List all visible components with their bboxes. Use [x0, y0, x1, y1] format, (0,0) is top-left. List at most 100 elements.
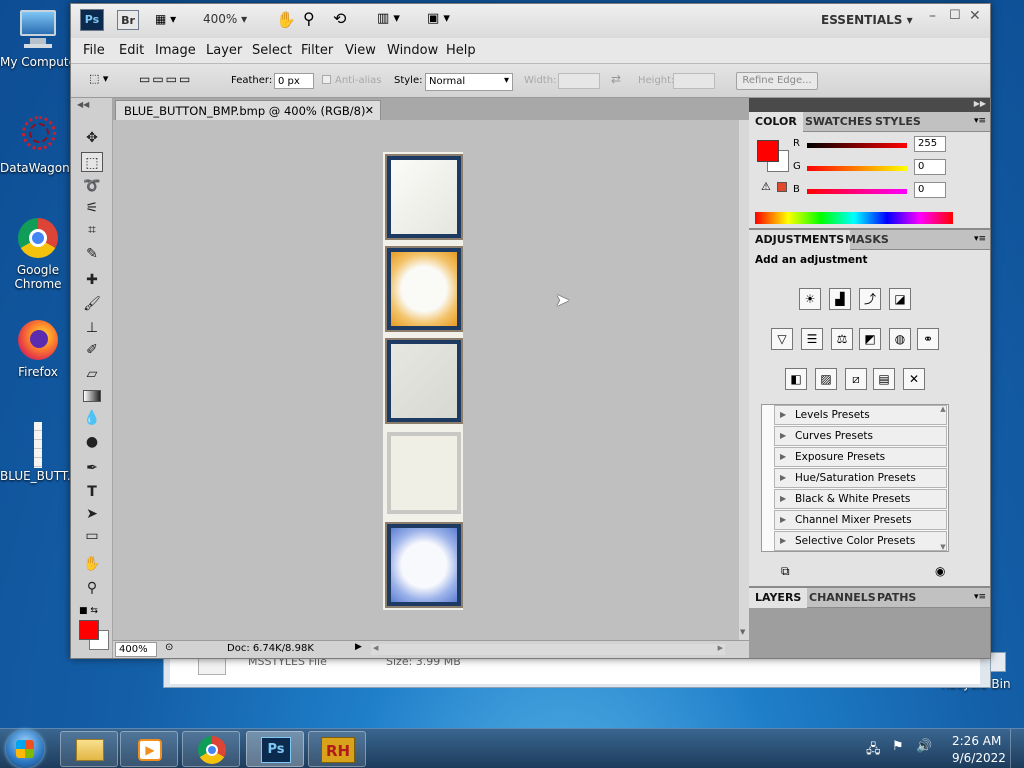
- clock-time[interactable]: 2:26 AM: [952, 734, 1001, 748]
- color-spectrum-bar[interactable]: [755, 212, 953, 224]
- show-desktop-button[interactable]: [1010, 729, 1024, 768]
- arrange-documents-icon[interactable]: ▥ ▾: [377, 11, 400, 26]
- menu-filter[interactable]: Filter: [301, 43, 333, 58]
- start-button[interactable]: [6, 730, 44, 768]
- bitmap-image[interactable]: [383, 152, 463, 610]
- close-icon[interactable]: ✕: [969, 8, 981, 24]
- antialias-checkbox[interactable]: [322, 75, 331, 84]
- vertical-scrollbar[interactable]: ▼: [739, 120, 749, 640]
- toggle-visibility-icon[interactable]: ◉: [935, 564, 945, 578]
- g-value-input[interactable]: 0: [914, 159, 946, 175]
- preset-item[interactable]: Channel Mixer Presets: [774, 510, 947, 530]
- channel-mixer-icon[interactable]: ⚭: [917, 328, 939, 350]
- foreground-color-swatch[interactable]: [79, 620, 99, 640]
- gamut-warning-icon[interactable]: ⚠: [761, 180, 771, 193]
- preset-item[interactable]: Levels Presets: [774, 405, 947, 425]
- selective-color-icon[interactable]: ✕: [903, 368, 925, 390]
- crop-tool-icon[interactable]: ⌗: [81, 220, 103, 240]
- clock-date[interactable]: 9/6/2022: [952, 751, 1006, 765]
- menu-window[interactable]: Window: [387, 43, 438, 58]
- network-icon[interactable]: 🖧: [866, 740, 881, 762]
- gamut-color-chip[interactable]: [777, 182, 787, 192]
- action-center-icon[interactable]: ⚑: [892, 739, 904, 754]
- menu-edit[interactable]: Edit: [119, 43, 144, 58]
- menu-layer[interactable]: Layer: [206, 43, 242, 58]
- minimize-icon[interactable]: –: [929, 8, 936, 24]
- desktop-icon-chrome[interactable]: Google Chrome: [0, 216, 76, 291]
- brightness-contrast-icon[interactable]: ☀: [799, 288, 821, 310]
- scroll-down-icon[interactable]: ▼: [740, 628, 745, 636]
- dodge-tool-icon[interactable]: ●: [81, 432, 103, 452]
- healing-brush-tool-icon[interactable]: ✚: [81, 270, 103, 290]
- collapse-tools-icon[interactable]: ◀◀: [77, 100, 89, 109]
- g-slider[interactable]: [807, 166, 907, 171]
- hue-saturation-icon[interactable]: ☰: [801, 328, 823, 350]
- menu-file[interactable]: File: [83, 43, 105, 58]
- eyedropper-tool-icon[interactable]: ✎: [81, 244, 103, 264]
- style-select[interactable]: Normal ▾: [425, 73, 513, 91]
- panel-menu-icon[interactable]: ▾≡: [974, 592, 986, 602]
- r-slider[interactable]: [807, 143, 907, 148]
- levels-icon[interactable]: ▟: [829, 288, 851, 310]
- tab-paths[interactable]: PATHS: [871, 588, 922, 608]
- presets-scrollbar[interactable]: ▲ ▼: [938, 405, 948, 551]
- desktop-icon-firefox[interactable]: Firefox: [0, 318, 76, 379]
- close-document-icon[interactable]: ✕: [365, 104, 374, 117]
- workspace-switcher[interactable]: ESSENTIALS ▾: [821, 13, 913, 27]
- vibrance-icon[interactable]: ▽: [771, 328, 793, 350]
- foreground-color-chip[interactable]: [757, 140, 779, 162]
- tab-adjustments[interactable]: ADJUSTMENTS: [749, 230, 851, 250]
- screen-mode-icon[interactable]: ▣ ▾: [427, 11, 450, 26]
- status-menu-arrow-icon[interactable]: ▶: [355, 642, 362, 652]
- clone-stamp-tool-icon[interactable]: ⊥: [81, 318, 103, 338]
- swap-dimensions-icon[interactable]: ⇄: [611, 72, 621, 86]
- preset-item[interactable]: Exposure Presets: [774, 447, 947, 467]
- refine-edge-button[interactable]: Refine Edge...: [736, 72, 818, 90]
- tab-swatches[interactable]: SWATCHES: [799, 112, 878, 132]
- selection-mode-buttons[interactable]: ▭▭▭▭: [139, 72, 213, 90]
- clip-to-layer-icon[interactable]: ⧉: [781, 564, 790, 579]
- b-slider[interactable]: [807, 189, 907, 194]
- menu-view[interactable]: View: [345, 43, 376, 58]
- preset-item[interactable]: Curves Presets: [774, 426, 947, 446]
- panel-menu-icon[interactable]: ▾≡: [974, 234, 986, 244]
- preset-item[interactable]: Black & White Presets: [774, 489, 947, 509]
- pen-tool-icon[interactable]: ✒: [81, 458, 103, 478]
- color-balance-icon[interactable]: ⚖: [831, 328, 853, 350]
- preset-item[interactable]: Hue/Saturation Presets: [774, 468, 947, 488]
- document-tab[interactable]: BLUE_BUTTON_BMP.bmp @ 400% (RGB/8) ✕: [115, 100, 381, 120]
- preset-item[interactable]: Selective Color Presets: [774, 531, 947, 551]
- black-white-icon[interactable]: ◩: [859, 328, 881, 350]
- zoom-tool-icon[interactable]: ⚲: [303, 9, 315, 28]
- gradient-tool-icon[interactable]: [81, 386, 103, 406]
- default-colors-icon[interactable]: ■ ⇆: [79, 606, 98, 616]
- shape-tool-icon[interactable]: ▭: [81, 526, 103, 546]
- tab-masks[interactable]: MASKS: [839, 230, 895, 250]
- bridge-button[interactable]: Br: [117, 10, 139, 30]
- zoom-tool-icon[interactable]: ⚲: [81, 578, 103, 598]
- marquee-tool-icon[interactable]: ⬚: [81, 152, 103, 172]
- menu-help[interactable]: Help: [446, 43, 476, 58]
- tab-channels[interactable]: CHANNELS: [803, 588, 882, 608]
- type-tool-icon[interactable]: T: [81, 482, 103, 502]
- curves-icon[interactable]: ⤴: [859, 288, 881, 310]
- horizontal-scrollbar[interactable]: ◀ ▶: [371, 644, 725, 655]
- zoom-level-select[interactable]: 400% ▾: [203, 12, 253, 26]
- desktop-icon-blue-button[interactable]: BLUE_BUTT...: [0, 422, 78, 483]
- move-tool-icon[interactable]: ✥: [81, 128, 103, 148]
- maximize-icon[interactable]: ☐: [949, 8, 961, 23]
- r-value-input[interactable]: 255: [914, 136, 946, 152]
- collapse-panels-icon[interactable]: ▶▶: [974, 99, 986, 108]
- status-icon[interactable]: ⊙: [165, 642, 173, 653]
- taskbar-explorer[interactable]: [60, 731, 118, 767]
- threshold-icon[interactable]: ⧄: [845, 368, 867, 390]
- tab-layers[interactable]: LAYERS: [749, 588, 808, 608]
- blur-tool-icon[interactable]: 💧: [81, 408, 103, 428]
- taskbar-media-player[interactable]: ▶: [120, 731, 178, 767]
- exposure-icon[interactable]: ◪: [889, 288, 911, 310]
- gradient-map-icon[interactable]: ▤: [873, 368, 895, 390]
- desktop-icon-my-computer[interactable]: My Compute: [0, 8, 76, 69]
- hand-tool-icon[interactable]: ✋: [276, 10, 296, 29]
- ps-logo[interactable]: Ps: [80, 9, 104, 31]
- history-brush-tool-icon[interactable]: ✐: [81, 340, 103, 360]
